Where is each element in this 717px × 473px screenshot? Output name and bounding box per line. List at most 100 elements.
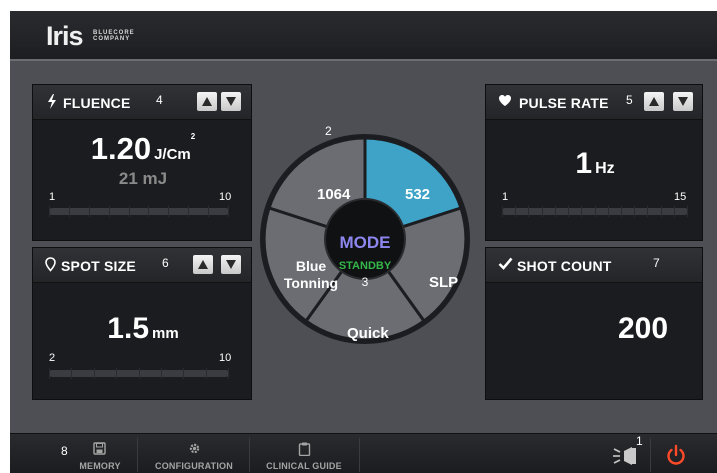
nav-divider bbox=[249, 438, 250, 472]
logo-sub-line2: COMPANY bbox=[93, 36, 131, 42]
fluence-unit-text: J/Cm bbox=[154, 146, 191, 163]
scale-tick bbox=[89, 206, 90, 217]
fluence-slider[interactable] bbox=[49, 206, 229, 217]
fluence-increase-button[interactable] bbox=[197, 92, 217, 111]
nav-divider bbox=[650, 438, 651, 472]
spot-size-scale-min: 2 bbox=[49, 352, 56, 364]
mode-wheel-number-badge: 2 bbox=[325, 126, 332, 138]
pulse-rate-header: PULSE RATE 5 bbox=[486, 85, 702, 120]
fluence-scale-max: 10 bbox=[219, 191, 232, 203]
mode-label-tonning: Tonning bbox=[284, 275, 338, 291]
shot-count-panel: SHOT COUNT 7 200 bbox=[485, 247, 703, 400]
clinical-guide-button[interactable]: CLINICAL GUIDE bbox=[256, 434, 352, 473]
pulse-rate-scale-max: 15 bbox=[674, 191, 687, 203]
scale-tick bbox=[687, 206, 688, 217]
pulse-rate-title: PULSE RATE bbox=[519, 95, 609, 111]
scale-tick bbox=[674, 206, 675, 217]
shot-count-title: SHOT COUNT bbox=[517, 258, 612, 274]
pulse-rate-decrease-button[interactable] bbox=[673, 92, 693, 111]
spot-size-slider[interactable] bbox=[49, 368, 229, 379]
scale-tick bbox=[49, 206, 50, 217]
fluence-unit: J/Cm 2 bbox=[154, 132, 195, 163]
scale-tick bbox=[621, 206, 622, 217]
aiming-beam-icon[interactable] bbox=[612, 445, 638, 467]
scale-tick bbox=[528, 206, 529, 217]
spot-size-value: 1.5 bbox=[107, 312, 150, 345]
save-icon bbox=[93, 442, 106, 460]
mode-label-532: 532 bbox=[405, 186, 430, 203]
scale-tick bbox=[161, 368, 162, 379]
scale-tick bbox=[515, 206, 516, 217]
scale-tick bbox=[661, 206, 662, 217]
scale-tick bbox=[129, 206, 130, 217]
logo: Iris bbox=[46, 21, 84, 51]
fluence-decrease-button[interactable] bbox=[221, 92, 241, 111]
shot-count-header: SHOT COUNT 7 bbox=[486, 248, 702, 283]
fluence-panel: FLUENCE 4 1.20 J/Cm 2 21 mJ 1 10 bbox=[32, 84, 252, 241]
scale-tick bbox=[608, 206, 609, 217]
scale-tick bbox=[206, 368, 207, 379]
lightning-icon bbox=[47, 94, 57, 112]
header-bar: Iris BLUECORE COMPANY bbox=[10, 11, 717, 61]
configuration-label: CONFIGURATION bbox=[155, 461, 233, 471]
scale-tick bbox=[647, 206, 648, 217]
fluence-header: FLUENCE 4 bbox=[33, 85, 251, 120]
spot-size-scale-max: 10 bbox=[219, 352, 232, 364]
scale-tick bbox=[183, 368, 184, 379]
shot-count-number-badge: 7 bbox=[653, 256, 660, 270]
pulse-rate-value: 1 bbox=[575, 147, 593, 180]
scale-tick bbox=[581, 206, 582, 217]
power-icon[interactable] bbox=[665, 444, 687, 466]
checkmark-icon bbox=[498, 257, 513, 273]
memory-button[interactable]: MEMORY bbox=[70, 434, 130, 473]
scale-tick bbox=[71, 368, 72, 379]
spot-size-title: SPOT SIZE bbox=[61, 258, 136, 274]
pulse-rate-panel: PULSE RATE 5 1 Hz 1 15 bbox=[485, 84, 703, 241]
shot-count-value[interactable]: 200 bbox=[618, 312, 668, 346]
spot-size-header: SPOT SIZE 6 bbox=[33, 248, 251, 283]
scale-tick bbox=[168, 206, 169, 217]
scale-tick bbox=[228, 368, 229, 379]
clipboard-icon bbox=[298, 442, 311, 461]
configuration-button[interactable]: CONFIGURATION bbox=[146, 434, 242, 473]
device-screen: Iris BLUECORE COMPANY FLUENCE 4 1.20 J/Cm… bbox=[10, 11, 717, 473]
spot-size-number-badge: 6 bbox=[162, 256, 169, 270]
memory-label: MEMORY bbox=[79, 461, 121, 471]
spot-size-increase-button[interactable] bbox=[193, 255, 213, 274]
spot-size-unit: mm bbox=[152, 325, 179, 342]
scale-tick bbox=[634, 206, 635, 217]
scale-tick bbox=[94, 368, 95, 379]
pulse-rate-increase-button[interactable] bbox=[644, 92, 664, 111]
logo-subtitle: BLUECORE COMPANY bbox=[93, 30, 153, 42]
footer-bar: 8 MEMORY CONFIGURATION CLINICAL GUIDE 1 bbox=[10, 433, 717, 473]
pulse-rate-scale-min: 1 bbox=[502, 191, 509, 203]
scale-tick bbox=[542, 206, 543, 217]
pulse-rate-slider[interactable] bbox=[502, 206, 688, 217]
scale-tick bbox=[188, 206, 189, 217]
scale-tick bbox=[148, 206, 149, 217]
scale-tick bbox=[555, 206, 556, 217]
fluence-scale-min: 1 bbox=[49, 191, 56, 203]
nav-divider bbox=[359, 438, 360, 472]
clinical-guide-label: CLINICAL GUIDE bbox=[266, 461, 342, 471]
fluence-title: FLUENCE bbox=[63, 95, 131, 111]
nav-divider bbox=[137, 438, 138, 472]
fluence-unit-sup: 2 bbox=[190, 132, 196, 141]
spot-size-value-display: 1.5 mm bbox=[33, 312, 253, 346]
footer-number-badge: 8 bbox=[61, 444, 68, 458]
mode-center-number: 3 bbox=[362, 275, 369, 289]
scale-tick bbox=[139, 368, 140, 379]
gear-icon bbox=[188, 442, 201, 460]
fluence-number-badge: 4 bbox=[156, 93, 163, 107]
pulse-rate-unit: Hz bbox=[595, 160, 615, 177]
spot-size-panel: SPOT SIZE 6 1.5 mm 2 10 bbox=[32, 247, 252, 400]
scale-tick bbox=[228, 206, 229, 217]
mode-title: MODE bbox=[340, 233, 391, 252]
pulse-rate-number-badge: 5 bbox=[626, 93, 633, 107]
scale-tick bbox=[502, 206, 503, 217]
spot-size-decrease-button[interactable] bbox=[221, 255, 241, 274]
fluence-value-display: 1.20 J/Cm 2 bbox=[33, 131, 253, 167]
mode-label-quick: Quick bbox=[347, 325, 389, 342]
mode-label-slp: SLP bbox=[429, 274, 458, 291]
fluence-energy: 21 mJ bbox=[118, 169, 168, 188]
